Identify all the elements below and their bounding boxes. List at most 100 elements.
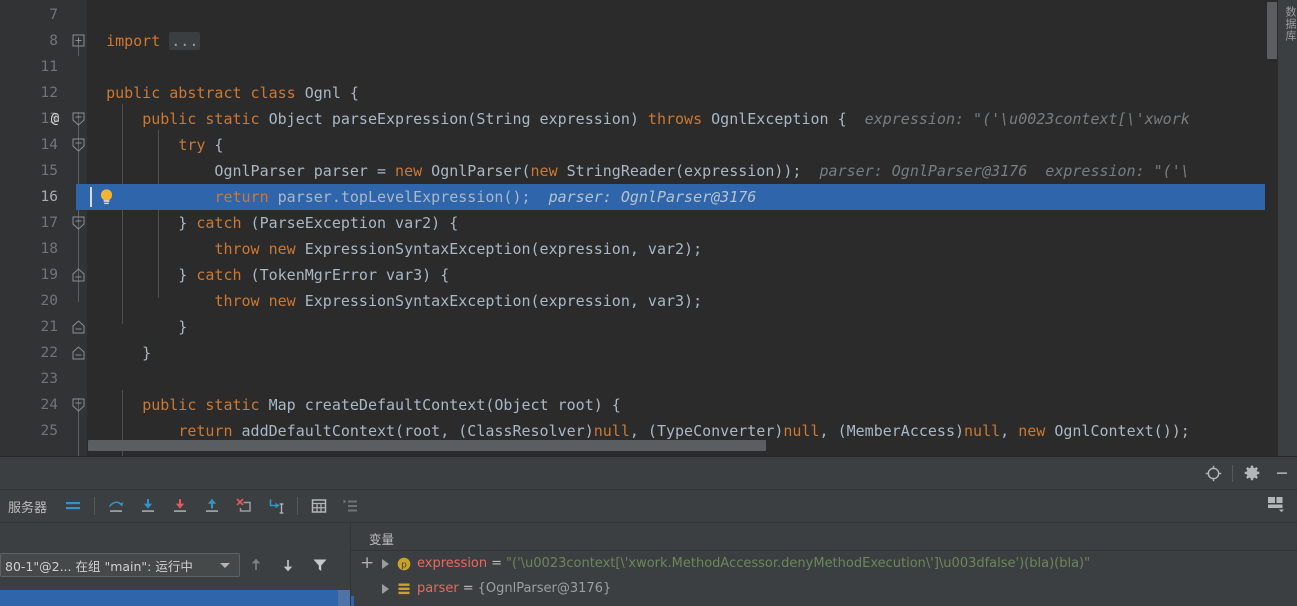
line-number: 18 bbox=[40, 241, 58, 257]
variable-row[interactable]: p expression = "('\u0023context[\'xwork.Met… bbox=[351, 551, 1297, 576]
editor-line-row[interactable]: 19 } catch (TokenMgrError var3) { bbox=[0, 262, 1297, 288]
line-number: 16 bbox=[40, 189, 58, 205]
step-out-button[interactable] bbox=[196, 491, 228, 521]
line-number: 11 bbox=[40, 59, 58, 75]
svg-text:p: p bbox=[401, 560, 407, 570]
variables-header: 变量 bbox=[351, 523, 1297, 551]
variable-equals: = bbox=[462, 581, 474, 596]
fold-marker-plus[interactable] bbox=[72, 34, 85, 47]
fold-marker-end[interactable] bbox=[72, 346, 85, 360]
intellij-debugger-window: 7 8 import ... 11 12 public abstract class … bbox=[0, 0, 1297, 606]
line-number: 21 bbox=[40, 319, 58, 335]
line-number: 19 bbox=[40, 267, 58, 283]
line-code: public static Object parseExpression(Str… bbox=[142, 110, 1190, 128]
frames-filter-button[interactable] bbox=[304, 551, 336, 579]
object-icon bbox=[397, 582, 411, 596]
debug-toolbar-title: 服务器 bbox=[8, 500, 48, 516]
line-code: import ... bbox=[106, 32, 201, 50]
run-to-cursor-button[interactable] bbox=[260, 491, 292, 521]
variable-equals: = bbox=[491, 556, 503, 571]
fold-marker-minus[interactable] bbox=[72, 398, 85, 412]
frames-toolbar[interactable]: 80-1"@2... 在组 "main": 运行中 bbox=[0, 550, 350, 580]
variables-pane: 变量 + p expression = "('\u0023context[\'xwor… bbox=[351, 523, 1297, 606]
gear-icon[interactable] bbox=[1237, 458, 1267, 488]
frames-down-button[interactable] bbox=[272, 551, 304, 579]
expand-arrow-icon[interactable] bbox=[382, 558, 389, 569]
editor-line-row[interactable]: 22 } bbox=[0, 340, 1297, 366]
editor-line-row[interactable]: 13 @ public static Object parseExpression… bbox=[0, 106, 1297, 132]
line-number: 17 bbox=[40, 215, 58, 231]
line-code: } bbox=[88, 318, 188, 336]
line-number: 25 bbox=[40, 423, 58, 439]
code-editor[interactable]: 7 8 import ... 11 12 public abstract class … bbox=[0, 0, 1297, 456]
thread-selector-value: 80-1"@2... 在组 "main": 运行中 bbox=[5, 558, 193, 574]
toolbar-separator bbox=[297, 497, 299, 515]
variables-tree[interactable]: + p expression = "('\u0023context[\'xwork.M… bbox=[351, 551, 1297, 606]
line-number: 14 bbox=[40, 137, 58, 153]
line-code: public static Map createDefaultContext(O… bbox=[142, 396, 621, 414]
fold-marker-minus[interactable] bbox=[72, 112, 85, 126]
parameter-icon: p bbox=[397, 557, 411, 571]
editor-line-row[interactable]: 14 try { bbox=[0, 132, 1297, 158]
frames-scrollbar-thumb[interactable] bbox=[338, 590, 350, 606]
expand-arrow-icon[interactable] bbox=[382, 583, 389, 594]
line-number: 7 bbox=[49, 7, 58, 23]
right-toolwindow-strip[interactable]: 数据库 bbox=[1277, 0, 1297, 456]
settings-target-icon[interactable] bbox=[1198, 458, 1228, 488]
step-into-button[interactable] bbox=[132, 491, 164, 521]
line-code: throw new ExpressionSyntaxException(expr… bbox=[214, 292, 703, 310]
layout-settings-button[interactable] bbox=[1263, 492, 1289, 516]
variable-name: parser bbox=[417, 581, 459, 596]
right-toolwindow-tab-database[interactable]: 数据库 bbox=[1278, 6, 1297, 42]
editor-line-row[interactable]: 24 public static Map createDefaultContex… bbox=[0, 392, 1297, 418]
line-code: OgnlParser parser = new OgnlParser(new S… bbox=[88, 162, 1190, 180]
frame-row-selected[interactable] bbox=[0, 590, 350, 606]
editor-line-row[interactable]: 21 } bbox=[0, 314, 1297, 340]
editor-line-row[interactable]: 11 bbox=[0, 54, 1297, 80]
variable-name: expression bbox=[417, 556, 488, 571]
line-number: 23 bbox=[40, 371, 58, 387]
line-code: } catch (TokenMgrError var3) { bbox=[88, 266, 450, 284]
chevron-down-icon[interactable] bbox=[220, 562, 230, 568]
frames-up-button[interactable] bbox=[240, 551, 272, 579]
editor-line-row[interactable]: 17 } catch (ParseException var2) { bbox=[0, 210, 1297, 236]
editor-line-row[interactable]: 16 return parser.topLevelExpression(); p… bbox=[0, 184, 1297, 210]
fold-marker-minus[interactable] bbox=[72, 216, 85, 230]
editor-line-row[interactable]: 12 public abstract class Ognl { bbox=[0, 80, 1297, 106]
fold-marker-minus[interactable] bbox=[72, 138, 85, 152]
line-number: 12 bbox=[40, 85, 58, 101]
variable-value: "('\u0023context[\'xwork.MethodAccessor.… bbox=[506, 556, 1091, 571]
line-code: return parser.topLevelExpression(); pars… bbox=[214, 188, 757, 206]
variable-row[interactable]: parser = {OgnlParser@3176} bbox=[351, 576, 1297, 601]
evaluate-expression-button[interactable] bbox=[303, 491, 335, 521]
editor-line-row[interactable]: 23 bbox=[0, 366, 1297, 392]
variables-selection-strip bbox=[351, 596, 354, 606]
line-number: 8 bbox=[49, 33, 58, 49]
line-code: } catch (ParseException var2) { bbox=[88, 214, 459, 232]
editor-line-row[interactable]: 8 import ... bbox=[0, 28, 1297, 54]
editor-line-row[interactable]: 15 OgnlParser parser = new OgnlParser(ne… bbox=[0, 158, 1297, 184]
line-number: 24 bbox=[40, 397, 58, 413]
thread-selector[interactable]: 80-1"@2... 在组 "main": 运行中 bbox=[0, 553, 240, 577]
line-code: try { bbox=[178, 136, 224, 154]
line-code: throw new ExpressionSyntaxException(expr… bbox=[214, 240, 703, 258]
minimize-icon[interactable] bbox=[1267, 458, 1297, 488]
line-number: 20 bbox=[40, 293, 58, 309]
controls-separator bbox=[1232, 464, 1233, 482]
editor-line-row[interactable]: 20 throw new ExpressionSyntaxException(e… bbox=[0, 288, 1297, 314]
annotation-marker[interactable]: @ bbox=[46, 106, 64, 132]
drop-frame-button[interactable] bbox=[228, 491, 260, 521]
show-execution-point-button[interactable] bbox=[57, 491, 89, 521]
fold-marker-end[interactable] bbox=[72, 268, 85, 282]
editor-line-row[interactable]: 7 bbox=[0, 2, 1297, 28]
debug-tool-window: 服务器 80-1"@2... 在组 "main": 运行中 变量 + p exp… bbox=[0, 456, 1297, 606]
debug-toolbar[interactable]: 服务器 bbox=[0, 489, 1297, 522]
line-code: } bbox=[88, 344, 152, 362]
force-step-into-button[interactable] bbox=[164, 491, 196, 521]
debug-window-controls[interactable] bbox=[1198, 457, 1297, 489]
fold-marker-end[interactable] bbox=[72, 320, 85, 334]
trace-button[interactable] bbox=[335, 491, 367, 521]
editor-horizontal-scrollbar-thumb[interactable] bbox=[88, 440, 766, 451]
editor-line-row[interactable]: 18 throw new ExpressionSyntaxException(e… bbox=[0, 236, 1297, 262]
step-over-button[interactable] bbox=[100, 491, 132, 521]
